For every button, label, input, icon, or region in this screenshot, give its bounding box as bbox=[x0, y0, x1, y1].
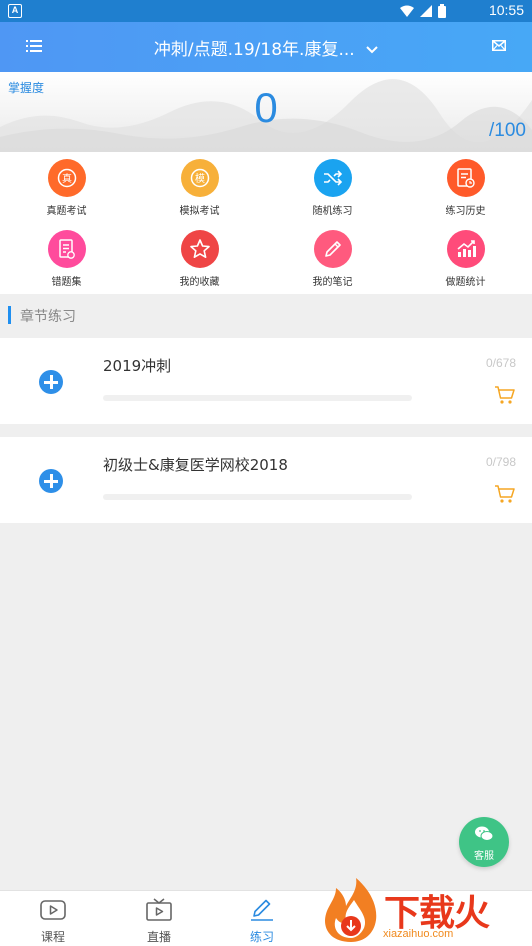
chat-bubble-icon bbox=[475, 826, 494, 841]
customer-service-button[interactable]: 客服 bbox=[459, 817, 509, 867]
chapter-card[interactable]: 2019冲刺 0/678 bbox=[0, 338, 532, 424]
customer-service-label: 客服 bbox=[474, 851, 494, 862]
grid-item-statistics[interactable]: 做题统计 bbox=[399, 223, 532, 294]
wrong-questions-icon bbox=[47, 230, 86, 268]
function-grid: 真 真题考试 模 模拟考试 随机练习 练习历史 错题集 我的收藏 我的笔记 做题… bbox=[0, 152, 532, 294]
tab-practice[interactable]: 练习 bbox=[209, 891, 315, 946]
status-icons bbox=[400, 3, 446, 19]
signal-icon bbox=[420, 5, 432, 17]
app-title: 冲刺/点题.19/18年.康复... bbox=[153, 40, 355, 60]
cart-icon[interactable] bbox=[494, 484, 516, 504]
expand-plus-icon[interactable] bbox=[39, 370, 63, 394]
status-bar: A 10:55 bbox=[0, 0, 532, 22]
svg-text:真: 真 bbox=[62, 172, 72, 185]
pencil-icon bbox=[313, 230, 352, 268]
section-header: 章节练习 bbox=[0, 294, 532, 338]
grid-item-label: 模拟考试 bbox=[179, 206, 220, 217]
cart-icon[interactable] bbox=[494, 385, 516, 405]
grid-item-notes[interactable]: 我的笔记 bbox=[266, 223, 399, 294]
chapter-name: 初级士&康复医学网校2018 bbox=[103, 456, 288, 474]
battery-icon bbox=[438, 4, 446, 18]
grid-item-label: 我的笔记 bbox=[312, 277, 353, 288]
section-accent-bar bbox=[8, 306, 11, 324]
mail-icon[interactable] bbox=[492, 40, 506, 51]
tab-course[interactable]: 课程 bbox=[0, 891, 106, 946]
watermark-url: xiazaihuo.com bbox=[383, 928, 454, 940]
grid-item-label: 错题集 bbox=[51, 277, 82, 288]
tab-label: 课程 bbox=[40, 930, 65, 944]
section-title: 章节练习 bbox=[20, 309, 76, 325]
chapter-count: 0/678 bbox=[485, 356, 516, 370]
star-icon bbox=[180, 230, 219, 268]
shuffle-icon bbox=[313, 159, 352, 197]
grid-item-label: 随机练习 bbox=[312, 206, 353, 217]
chevron-down-icon bbox=[366, 46, 378, 54]
wifi-icon bbox=[400, 5, 414, 17]
grid-item-mock-exam[interactable]: 模 模拟考试 bbox=[133, 152, 266, 223]
course-icon bbox=[40, 900, 66, 920]
expand-plus-icon[interactable] bbox=[39, 469, 63, 493]
chart-icon bbox=[446, 230, 485, 268]
live-tv-icon bbox=[146, 898, 172, 921]
grid-item-favorites[interactable]: 我的收藏 bbox=[133, 223, 266, 294]
svg-text:模: 模 bbox=[195, 173, 205, 185]
real-exam-icon: 真 bbox=[47, 159, 86, 197]
tab-live[interactable]: 直播 bbox=[106, 891, 212, 946]
chapter-count: 0/798 bbox=[485, 455, 516, 469]
app-notification-icon: A bbox=[8, 4, 22, 18]
grid-item-label: 做题统计 bbox=[445, 277, 486, 288]
mastery-score: 0 bbox=[254, 84, 278, 131]
practice-pencil-icon bbox=[251, 899, 273, 921]
grid-item-random-practice[interactable]: 随机练习 bbox=[266, 152, 399, 223]
flame-logo bbox=[325, 878, 377, 942]
mastery-panel: 掌握度 0 /100 bbox=[0, 72, 532, 152]
subject-selector[interactable]: 冲刺/点题.19/18年.康复... bbox=[0, 35, 532, 60]
grid-item-real-exam[interactable]: 真 真题考试 bbox=[0, 152, 133, 223]
grid-item-wrong-questions[interactable]: 错题集 bbox=[0, 223, 133, 294]
mock-exam-icon: 模 bbox=[180, 159, 219, 197]
tab-label: 直播 bbox=[146, 930, 171, 944]
app-bar: 冲刺/点题.19/18年.康复... bbox=[0, 22, 532, 72]
history-icon bbox=[446, 159, 485, 197]
grid-item-label: 练习历史 bbox=[445, 206, 486, 217]
grid-item-label: 我的收藏 bbox=[179, 277, 220, 288]
chapter-progress-bar bbox=[103, 494, 412, 500]
chapter-name: 2019冲刺 bbox=[103, 357, 172, 375]
grid-item-label: 真题考试 bbox=[46, 206, 87, 217]
watermark: 下载火 xiazaihuo.com bbox=[316, 876, 532, 946]
tab-label: 练习 bbox=[249, 930, 274, 944]
mastery-total: /100 bbox=[489, 120, 526, 141]
chapter-progress-bar bbox=[103, 395, 412, 401]
status-time: 10:55 bbox=[488, 2, 524, 18]
grid-item-practice-history[interactable]: 练习历史 bbox=[399, 152, 532, 223]
chapter-card[interactable]: 初级士&康复医学网校2018 0/798 bbox=[0, 437, 532, 523]
